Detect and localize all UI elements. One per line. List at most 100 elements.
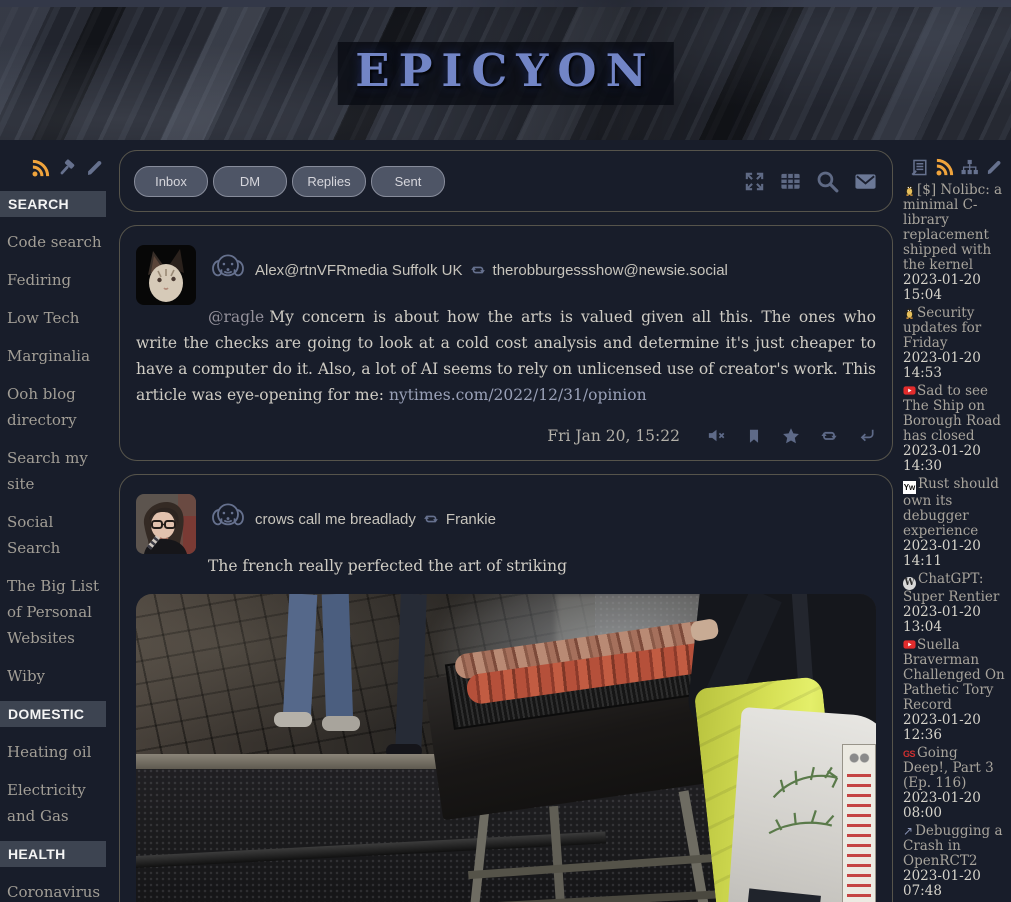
post-2: crows call me breadlady Frankie The frenc… [119, 474, 893, 902]
profile-banner[interactable]: EPICYON [0, 0, 1011, 140]
newswire-title[interactable]: ChatGPT: Super Rentier [903, 571, 999, 605]
newswire-column: [$] Nolibc: a minimal C-library replacem… [900, 140, 1011, 902]
newswire-toolbar [903, 140, 1007, 183]
sidebar-link-code-search[interactable]: Code search [0, 229, 112, 255]
site-logo[interactable]: EPICYON [337, 42, 673, 105]
mute-icon[interactable] [706, 425, 727, 446]
newswire-title[interactable]: [$] Nolibc: a minimal C-library replacem… [903, 182, 1002, 273]
sidebar-section-header-health: HEALTH [0, 841, 106, 867]
edit-links-pen-icon[interactable] [85, 159, 104, 178]
post-timestamp[interactable]: Fri Jan 20, 15:22 [547, 427, 680, 445]
post-author-handle[interactable]: Alex@rtnVFRmedia Suffolk UK [255, 262, 463, 279]
reply-icon[interactable] [857, 426, 876, 445]
page-columns: SEARCH Code search Fediring Low Tech Mar… [0, 140, 1011, 902]
edit-newswire-pen-icon[interactable] [985, 159, 1003, 177]
sidebar-link-fediring[interactable]: Fediring [0, 267, 112, 293]
person-options-dog-icon[interactable] [208, 260, 255, 279]
tab-replies[interactable]: Replies [292, 166, 366, 197]
bookmark-icon[interactable] [745, 427, 763, 445]
sidebar-link-heating-oil[interactable]: Heating oil [0, 739, 112, 765]
sidebar-section-header-search: SEARCH [0, 191, 106, 217]
newswire-item: WChatGPT: Super Rentier2023-01-20 13:04 [903, 572, 1007, 635]
boost-source-handle[interactable]: therobburgessshow@newsie.social [493, 262, 728, 279]
newswire-item: Suella Braverman Challenged On Pathetic … [903, 638, 1007, 743]
repeat-boost-icon[interactable] [819, 426, 839, 446]
timeline: Inbox DM Replies Sent Alex@rtnVFRmedia S… [112, 140, 900, 902]
newswire-item: Sad to see The Ship on Borough Road has … [903, 384, 1007, 474]
rss-feed-icon[interactable] [935, 158, 954, 177]
newswire-title[interactable]: Sad to see The Ship on Borough Road has … [903, 383, 1001, 444]
boost-icon [463, 260, 493, 279]
photo-protest-sign [842, 744, 876, 902]
post-1-body: @ragleMy concern is about how the arts i… [136, 304, 876, 408]
sidebar-link-electricity-and-gas[interactable]: Electricity and Gas [0, 777, 112, 829]
hashtag-categories-sitemap-icon[interactable] [960, 158, 979, 177]
newswire-title[interactable]: Suella Braverman Challenged On Pathetic … [903, 637, 1005, 713]
newswire-date: 2023-01-20 13:04 [903, 605, 1007, 635]
photo-sneaker [322, 716, 360, 731]
person-options-dog-icon[interactable] [208, 509, 255, 528]
tab-inbox[interactable]: Inbox [134, 166, 208, 197]
youtube-icon [903, 384, 916, 397]
avatar-woman[interactable] [136, 494, 196, 554]
tab-dm[interactable]: DM [213, 166, 287, 197]
post-author-handle[interactable]: crows call me breadlady [255, 511, 416, 528]
newswire-date: 2023-01-20 14:53 [903, 351, 1007, 381]
hammer-icon[interactable] [57, 158, 78, 179]
sidebar-link-search-my-site[interactable]: Search my site [0, 445, 112, 497]
newswire-item: Security updates for Friday2023-01-20 14… [903, 306, 1007, 381]
rss-feed-icon[interactable] [31, 159, 50, 178]
tab-sent[interactable]: Sent [371, 166, 445, 197]
photo-sign-logos [848, 750, 870, 766]
sidebar-link-low-tech[interactable]: Low Tech [0, 305, 112, 331]
newswire-date: 2023-01-20 15:04 [903, 273, 1007, 303]
photo-sign-text [847, 773, 871, 902]
post-1-header: Alex@rtnVFRmedia Suffolk UK therobburgess… [136, 240, 876, 289]
newswire-date: 2023-01-20 12:36 [903, 713, 1007, 743]
document-lines-icon[interactable] [910, 158, 929, 177]
left-column-toolbar [0, 140, 112, 189]
link-arrow-icon: ↗ [903, 824, 913, 838]
boost-source-handle[interactable]: Frankie [446, 511, 496, 528]
post-text: The french really perfected the art of s… [208, 557, 567, 575]
sidebar-link-social-search[interactable]: Social Search [0, 509, 112, 561]
timeline-header: Inbox DM Replies Sent [119, 150, 893, 212]
penguin-icon [903, 183, 916, 196]
post-1: Alex@rtnVFRmedia Suffolk UK therobburgess… [119, 225, 893, 461]
media-grid-icon[interactable] [779, 170, 802, 193]
newswire-title[interactable]: Going Deep!, Part 3 (Ep. 116) [903, 745, 994, 791]
sidebar-section-header-domestic: DOMESTIC [0, 701, 106, 727]
boost-icon [416, 509, 446, 528]
photo-dark-leg [395, 594, 426, 752]
newswire-item: YwRust should own its debugger experienc… [903, 477, 1007, 569]
mail-envelope-icon[interactable] [853, 170, 878, 193]
newswire-date: 2023-01-20 08:00 [903, 791, 1007, 821]
photo-jeans-leg [322, 594, 354, 724]
sidebar-link-marginalia[interactable]: Marginalia [0, 343, 112, 369]
avatar-cat[interactable] [136, 245, 196, 305]
star-like-icon[interactable] [781, 426, 801, 446]
post-2-header: crows call me breadlady Frankie [136, 489, 876, 538]
post-link[interactable]: nytimes.com/2022/12/31/opinion [389, 386, 647, 404]
penguin-icon [903, 306, 916, 319]
sidebar-link-big-list-personal-websites[interactable]: The Big List of Personal Websites [0, 573, 112, 651]
newswire-date: 2023-01-20 14:11 [903, 539, 1007, 569]
sidebar-link-ooh-blog-directory[interactable]: Ooh blog directory [0, 381, 112, 433]
newswire-date: 2023-01-20 14:30 [903, 444, 1007, 474]
post-2-body: The french really perfected the art of s… [136, 553, 876, 579]
post-1-footer: Fri Jan 20, 15:22 [136, 425, 876, 446]
sidebar-link-wiby[interactable]: Wiby [0, 663, 112, 689]
newswire-item: GSGoing Deep!, Part 3 (Ep. 116)2023-01-2… [903, 746, 1007, 821]
newswire-item: [$] Nolibc: a minimal C-library replacem… [903, 183, 1007, 303]
left-links-column: SEARCH Code search Fediring Low Tech Mar… [0, 140, 112, 902]
post-image-street-grill[interactable] [136, 594, 876, 902]
sidebar-link-coronavirus-statistics[interactable]: Coronavirus statistics [0, 879, 112, 902]
gs-favicon-icon: GS [903, 749, 915, 759]
youtube-icon [903, 638, 916, 651]
newswire-title[interactable]: Debugging a Crash in OpenRCT2 [903, 823, 1003, 869]
newswire-title[interactable]: Rust should own its debugger experience [903, 476, 999, 539]
timeline-header-icons [743, 169, 878, 194]
mention-link[interactable]: @ragle [208, 308, 264, 326]
search-icon[interactable] [815, 169, 840, 194]
expand-icon[interactable] [743, 170, 766, 193]
